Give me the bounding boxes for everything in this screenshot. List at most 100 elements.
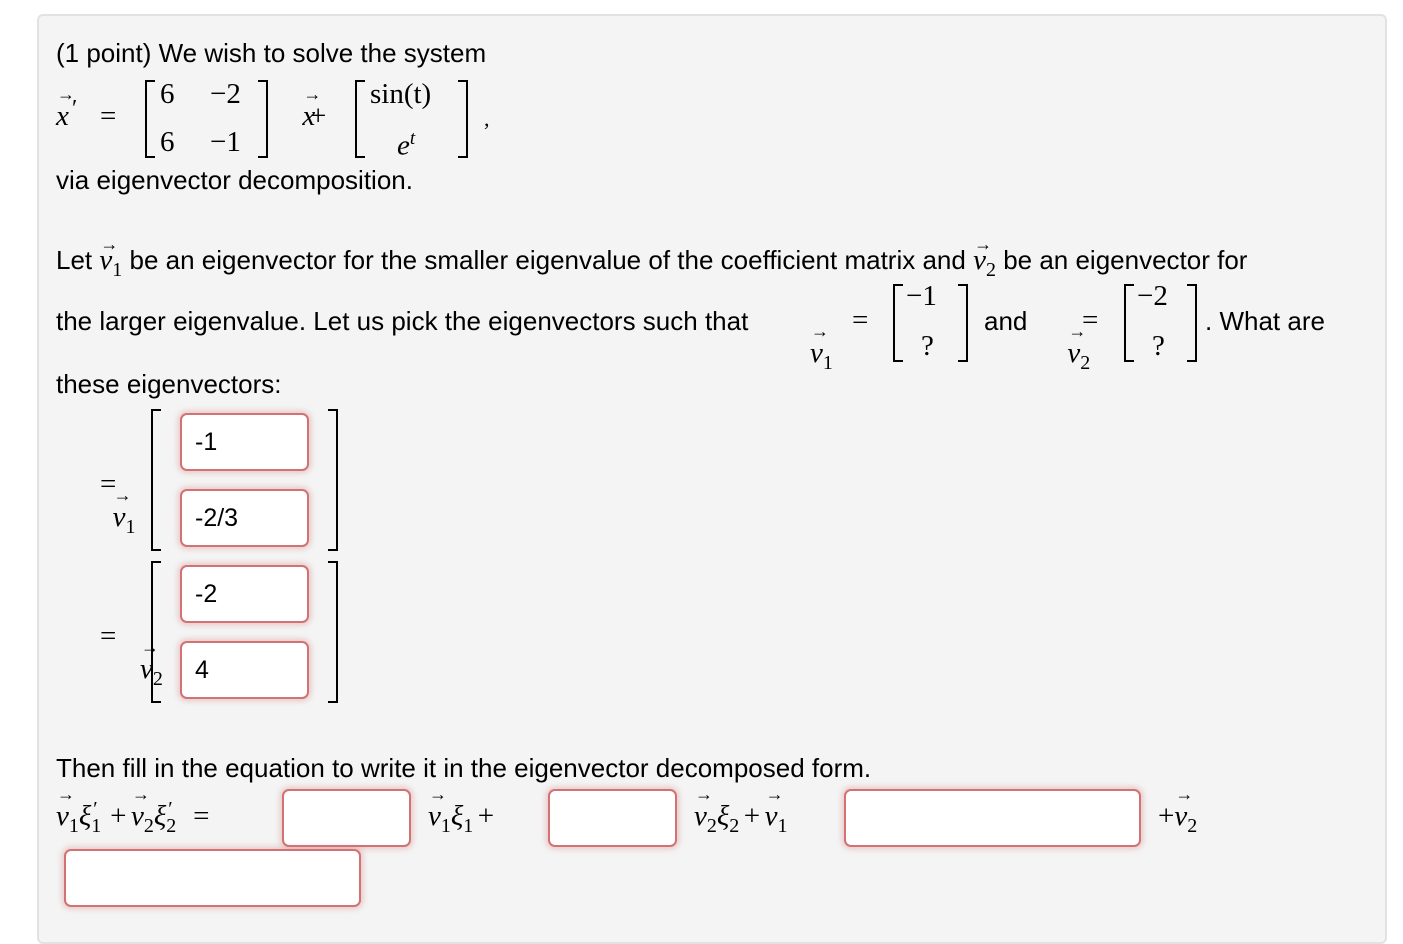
xi-symbol: ξ <box>153 800 167 832</box>
subscript: 2 <box>985 259 996 281</box>
v1-xi1-term: v1ξ1 + <box>428 784 495 837</box>
matrix-cell: −2 <box>210 78 241 110</box>
v2-component-1-input[interactable] <box>180 565 309 623</box>
matrix-cell: 6 <box>160 126 175 158</box>
v1-symbol: v <box>428 784 447 833</box>
plus-sign: + <box>1158 800 1175 832</box>
xi-symbol: ξ <box>78 800 92 832</box>
xi-symbol: ξ <box>716 800 730 832</box>
v1-hint-right-bracket <box>958 284 968 362</box>
x-prime-symbol: x <box>56 84 75 133</box>
plus-sign: + <box>110 800 127 832</box>
v2-hint-right-bracket <box>1187 284 1197 362</box>
v1-symbol: v <box>764 784 784 833</box>
subscript: 2 <box>1080 352 1091 374</box>
matrix-cell: −1 <box>210 126 241 158</box>
xi-symbol: ξ <box>450 800 464 832</box>
prime-mark: ′ <box>168 798 173 820</box>
subscript: 1 <box>125 516 136 538</box>
v2-xi2-term: v2ξ2 + v1 <box>694 784 787 837</box>
v2-hint-bottom: ? <box>1152 330 1165 362</box>
equals-sign: = <box>100 620 117 652</box>
v2-symbol: v <box>130 784 150 833</box>
xi2-coefficient-input[interactable] <box>548 789 677 847</box>
v2-right-bracket <box>328 561 338 703</box>
equals-sign: = <box>852 304 869 336</box>
v-letter: v <box>428 800 441 832</box>
forcing-right-bracket <box>458 80 468 158</box>
v2-symbol: v <box>1174 784 1193 833</box>
para2-text: the larger eigenvalue. Let us pick the e… <box>56 306 749 336</box>
v2-symbol: v2 <box>973 229 996 281</box>
para1-let: Let <box>56 245 93 275</box>
v1-forcing-coefficient-input[interactable] <box>844 789 1141 847</box>
para1: Let v1 be an eigenvector for the smaller… <box>56 229 1248 281</box>
v1-symbol: v1 <box>810 321 833 374</box>
subscript: 1 <box>68 815 79 837</box>
para2-end: . What are <box>1205 306 1325 336</box>
plus-sign: + <box>743 800 761 832</box>
equals-sign: = <box>1082 304 1099 336</box>
subscript: 2 <box>1187 815 1198 837</box>
v-letter: v <box>112 501 126 533</box>
x-symbol: x <box>56 100 69 132</box>
decomposition-lhs: v1ξ1′ + v2ξ2′ = <box>56 784 210 837</box>
equals-sign: = <box>100 468 117 500</box>
v-letter: v <box>694 800 707 832</box>
v-letter: v <box>764 800 778 832</box>
subscript: 1 <box>440 815 451 837</box>
subscript: 2 <box>729 815 740 837</box>
v-letter: v <box>973 244 986 276</box>
subscript: 1 <box>777 815 788 837</box>
v-letter: v <box>810 337 823 369</box>
v2-forcing-term: +v2 <box>1158 784 1197 837</box>
v1-component-1-input[interactable] <box>180 413 309 471</box>
xi1-coefficient-input[interactable] <box>282 789 411 847</box>
para3-text: these eigenvectors: <box>56 369 282 399</box>
plus-sign: + <box>310 100 327 132</box>
matrix-left-bracket <box>145 80 155 158</box>
via-text: via eigenvector decomposition. <box>56 165 413 195</box>
v1-symbol: v1 <box>99 229 123 281</box>
matrix-right-bracket <box>258 80 268 158</box>
forcing-base: e <box>397 129 410 162</box>
v2-symbol: v2 <box>1067 321 1090 374</box>
v1-component-2-input[interactable] <box>180 489 309 547</box>
forcing-bottom: et <box>397 128 415 163</box>
v1-label: v1 <box>112 485 136 538</box>
v1-hint-left-bracket <box>893 284 903 362</box>
para1-end: be an eigenvector for <box>1003 245 1248 275</box>
decomposition-instruction: Then fill in the equation to write it in… <box>56 753 872 783</box>
v-letter: v <box>1174 800 1188 832</box>
v2-left-bracket <box>151 561 161 703</box>
forcing-exponent: t <box>409 128 416 149</box>
v2-component-2-input[interactable] <box>180 641 309 699</box>
para1-middle: be an eigenvector for the smaller eigenv… <box>129 245 966 275</box>
forcing-left-bracket <box>355 80 365 158</box>
matrix-cell: 6 <box>160 78 175 110</box>
and-text: and <box>984 306 1028 336</box>
v2-forcing-coefficient-input[interactable] <box>64 849 361 907</box>
comma: , <box>484 106 490 131</box>
v-letter: v <box>1067 337 1081 369</box>
prime-mark: ′ <box>72 96 78 122</box>
v2-symbol: v <box>694 784 713 833</box>
subscript: 1 <box>822 352 833 374</box>
v-letter: v <box>130 800 144 832</box>
v1-symbol: v <box>56 784 75 833</box>
forcing-top: sin(t) <box>370 78 432 110</box>
equals-sign: = <box>193 800 210 832</box>
v1-right-bracket <box>328 409 338 551</box>
v1-left-bracket <box>151 409 161 551</box>
subscript: 2 <box>706 815 717 837</box>
plus-sign: + <box>477 800 495 832</box>
v1-hint-top: −1 <box>906 280 937 312</box>
v2-hint-left-bracket <box>1124 284 1134 362</box>
v1-hint-bottom: ? <box>921 330 934 362</box>
v-letter: v <box>56 800 69 832</box>
prime-mark: ′ <box>93 798 98 820</box>
subscript: 1 <box>463 815 474 837</box>
equals-sign: = <box>100 100 117 132</box>
v-letter: v <box>99 244 113 276</box>
subscript: 1 <box>112 259 123 281</box>
